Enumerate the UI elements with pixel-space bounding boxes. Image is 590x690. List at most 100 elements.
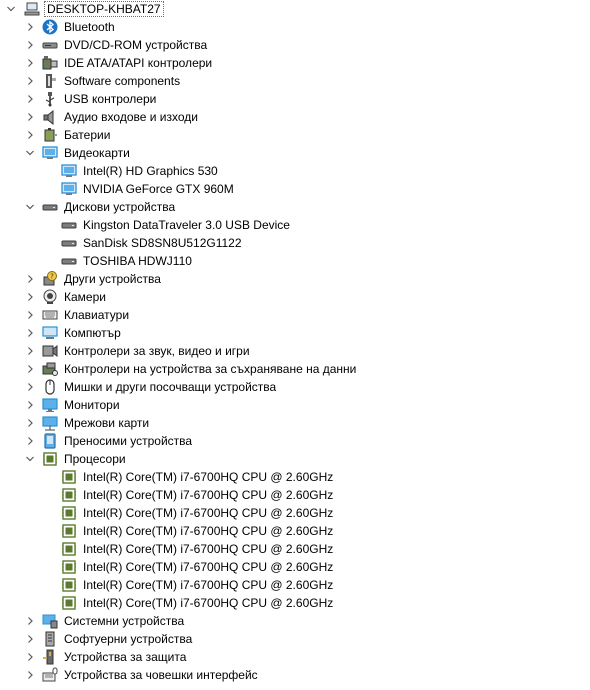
tree-category[interactable]: Устройства за човешки интерфейс xyxy=(0,666,590,684)
disk-drive-icon xyxy=(61,217,77,233)
tree-category[interactable]: Камери xyxy=(0,288,590,306)
keyboard-icon xyxy=(42,307,58,323)
tree-item-label: Софтуерни устройства xyxy=(64,632,193,646)
tree-device[interactable]: Intel(R) HD Graphics 530 xyxy=(0,162,590,180)
chevron-right-icon[interactable] xyxy=(25,360,35,378)
chevron-right-icon[interactable] xyxy=(25,108,35,126)
chevron-right-icon[interactable] xyxy=(25,378,35,396)
tree-item-label: Intel(R) Core(TM) i7-6700HQ CPU @ 2.60GH… xyxy=(83,470,334,484)
chevron-right-icon[interactable] xyxy=(25,414,35,432)
tree-device[interactable]: Intel(R) Core(TM) i7-6700HQ CPU @ 2.60GH… xyxy=(0,486,590,504)
chevron-right-icon[interactable] xyxy=(25,306,35,324)
tree-item-label: Системни устройства xyxy=(64,614,185,628)
display-adapter-icon xyxy=(61,163,77,179)
tree-category[interactable]: Bluetooth xyxy=(0,18,590,36)
tree-category[interactable]: Процесори xyxy=(0,450,590,468)
chevron-right-icon[interactable] xyxy=(25,324,35,342)
tree-category[interactable]: Аудио входове и изходи xyxy=(0,108,590,126)
chevron-down-icon[interactable] xyxy=(25,450,35,468)
computer-icon xyxy=(42,325,58,341)
tree-category[interactable]: ? Други устройства xyxy=(0,270,590,288)
tree-item-label: Мрежови карти xyxy=(64,416,150,430)
chevron-right-icon[interactable] xyxy=(25,432,35,450)
computer-icon xyxy=(24,1,40,17)
tree-item-label: Intel(R) Core(TM) i7-6700HQ CPU @ 2.60GH… xyxy=(83,488,334,502)
chevron-down-icon[interactable] xyxy=(25,144,35,162)
tree-category[interactable]: Software components xyxy=(0,72,590,90)
chevron-right-icon[interactable] xyxy=(25,648,35,666)
tree-category[interactable]: Контролери за звук, видео и игри xyxy=(0,342,590,360)
portable-device-icon xyxy=(42,433,58,449)
chevron-right-icon[interactable] xyxy=(25,396,35,414)
chevron-right-icon[interactable] xyxy=(25,72,35,90)
tree-item-label: Контролери за звук, видео и игри xyxy=(64,344,250,358)
tree-root-computer[interactable]: DESKTOP-KHBAT27 xyxy=(0,0,590,18)
dvd-drive-icon xyxy=(42,37,58,53)
tree-item-label: Видеокарти xyxy=(64,146,130,160)
device-manager-tree: DESKTOP-KHBAT27 Bluetooth DVD/CD-ROM устр… xyxy=(0,0,590,690)
tree-category[interactable]: Дискови устройства xyxy=(0,198,590,216)
tree-item-label: DVD/CD-ROM устройства xyxy=(64,38,208,52)
chevron-down-icon[interactable] xyxy=(25,198,35,216)
chevron-right-icon[interactable] xyxy=(25,666,35,684)
tree-item-label: Контролери на устройства за съхраняване … xyxy=(64,362,357,376)
disk-drive-icon xyxy=(61,235,77,251)
processor-icon xyxy=(61,541,77,557)
chevron-right-icon[interactable] xyxy=(25,90,35,108)
tree-device[interactable]: TOSHIBA HDWJ110 xyxy=(0,252,590,270)
tree-category[interactable]: Контролери на устройства за съхраняване … xyxy=(0,360,590,378)
tree-item-label: Intel(R) HD Graphics 530 xyxy=(83,164,218,178)
tree-device[interactable]: Intel(R) Core(TM) i7-6700HQ CPU @ 2.60GH… xyxy=(0,468,590,486)
processor-icon xyxy=(61,505,77,521)
tree-category[interactable]: Мрежови карти xyxy=(0,414,590,432)
computer-name-label: DESKTOP-KHBAT27 xyxy=(44,1,164,17)
software-device-icon xyxy=(42,631,58,647)
tree-device[interactable]: SanDisk SD8SN8U512G1122 xyxy=(0,234,590,252)
tree-item-label: Батерии xyxy=(64,128,111,142)
chevron-right-icon[interactable] xyxy=(25,612,35,630)
chevron-right-icon[interactable] xyxy=(25,342,35,360)
tree-device[interactable]: NVIDIA GeForce GTX 960M xyxy=(0,180,590,198)
tree-category[interactable]: Монитори xyxy=(0,396,590,414)
processor-icon xyxy=(61,595,77,611)
tree-device[interactable]: Intel(R) Core(TM) i7-6700HQ CPU @ 2.60GH… xyxy=(0,540,590,558)
tree-device[interactable]: Intel(R) Core(TM) i7-6700HQ CPU @ 2.60GH… xyxy=(0,576,590,594)
tree-item-label: USB контролери xyxy=(64,92,157,106)
chevron-right-icon[interactable] xyxy=(25,18,35,36)
tree-category[interactable]: Устройства за защита xyxy=(0,648,590,666)
tree-category[interactable]: Системни устройства xyxy=(0,612,590,630)
ide-controller-icon xyxy=(42,55,58,71)
chevron-right-icon[interactable] xyxy=(25,630,35,648)
svg-text:?: ? xyxy=(50,273,54,281)
tree-category[interactable]: IDE ATA/ATAPI контролери xyxy=(0,54,590,72)
tree-category[interactable]: Клавиатури xyxy=(0,306,590,324)
tree-device[interactable]: Intel(R) Core(TM) i7-6700HQ CPU @ 2.60GH… xyxy=(0,558,590,576)
tree-device[interactable]: Intel(R) Core(TM) i7-6700HQ CPU @ 2.60GH… xyxy=(0,522,590,540)
processor-icon xyxy=(61,469,77,485)
tree-category[interactable]: Преносими устройства xyxy=(0,432,590,450)
tree-category[interactable]: Видеокарти xyxy=(0,144,590,162)
tree-device[interactable]: Intel(R) Core(TM) i7-6700HQ CPU @ 2.60GH… xyxy=(0,504,590,522)
chevron-right-icon[interactable] xyxy=(25,36,35,54)
tree-device[interactable]: Kingston DataTraveler 3.0 USB Device xyxy=(0,216,590,234)
tree-item-label: Устройства за човешки интерфейс xyxy=(64,668,258,682)
chevron-right-icon[interactable] xyxy=(25,270,35,288)
tree-item-label: Intel(R) Core(TM) i7-6700HQ CPU @ 2.60GH… xyxy=(83,596,334,610)
tree-category[interactable]: Батерии xyxy=(0,126,590,144)
chevron-right-icon[interactable] xyxy=(25,288,35,306)
chevron-down-icon[interactable] xyxy=(6,0,16,18)
tree-category[interactable]: DVD/CD-ROM устройства xyxy=(0,36,590,54)
processor-icon xyxy=(42,451,58,467)
tree-item-label: Процесори xyxy=(64,452,126,466)
tree-category[interactable]: USB контролери xyxy=(0,90,590,108)
chevron-right-icon[interactable] xyxy=(25,54,35,72)
chevron-right-icon[interactable] xyxy=(25,126,35,144)
tree-item-label: Kingston DataTraveler 3.0 USB Device xyxy=(83,218,290,232)
tree-category[interactable]: Софтуерни устройства xyxy=(0,630,590,648)
disk-drive-icon xyxy=(61,253,77,269)
tree-category[interactable]: Мишки и други посочващи устройства xyxy=(0,378,590,396)
tree-device[interactable]: Intel(R) Core(TM) i7-6700HQ CPU @ 2.60GH… xyxy=(0,594,590,612)
tree-category[interactable]: Компютър xyxy=(0,324,590,342)
tree-item-label: NVIDIA GeForce GTX 960M xyxy=(83,182,234,196)
processor-icon xyxy=(61,523,77,539)
